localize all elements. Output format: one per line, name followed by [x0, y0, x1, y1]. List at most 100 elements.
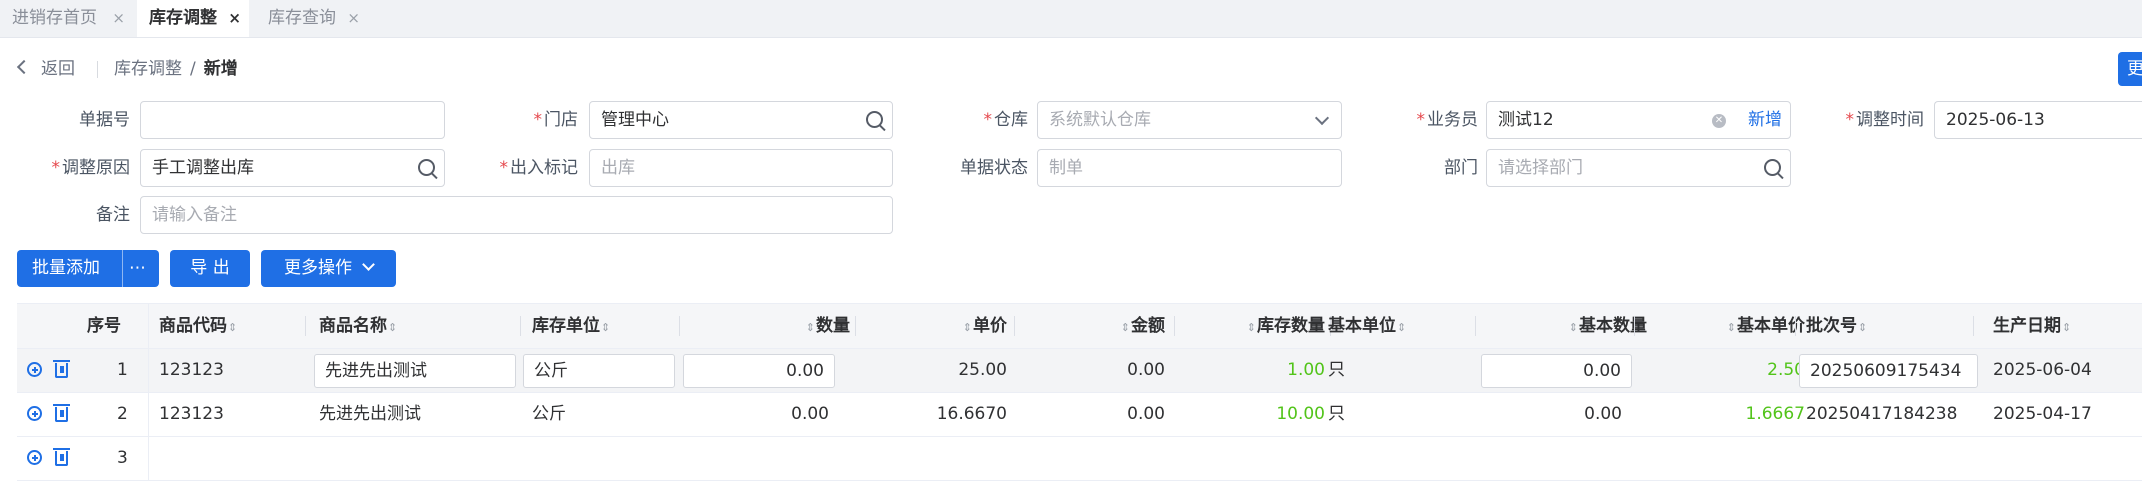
- search-icon[interactable]: [866, 111, 883, 128]
- col-qty[interactable]: ⇕数量: [717, 304, 850, 348]
- chevron-down-icon: [1314, 110, 1330, 126]
- export-button[interactable]: 导 出: [170, 250, 250, 287]
- sort-icon[interactable]: ⇕: [806, 306, 815, 350]
- add-row-icon[interactable]: [27, 406, 42, 421]
- doc-no-input[interactable]: [140, 101, 445, 139]
- cell-name: 先进先出测试: [319, 404, 421, 424]
- sort-icon[interactable]: ⇕: [2062, 306, 2071, 350]
- trash-icon[interactable]: [53, 404, 70, 422]
- clear-icon[interactable]: ✕: [1712, 114, 1726, 128]
- trash-icon[interactable]: [53, 360, 70, 378]
- salesman-label: * 业务员: [1416, 110, 1479, 130]
- doc-status-input[interactable]: 制单: [1037, 149, 1342, 187]
- io-flag-input[interactable]: 出库: [589, 149, 893, 187]
- more-actions-button[interactable]: 更多操作: [261, 250, 396, 287]
- divider: [97, 61, 98, 78]
- back-button[interactable]: 返回: [16, 57, 75, 81]
- close-icon[interactable]: ×: [347, 0, 360, 37]
- sort-icon[interactable]: ⇕: [1858, 306, 1867, 350]
- breadcrumb-parent[interactable]: 库存调整: [114, 59, 182, 79]
- cell-base-qty-input[interactable]: 0.00: [1481, 354, 1632, 388]
- column-divider: [148, 304, 149, 480]
- cell-base-price: 1.6667: [1745, 404, 1805, 424]
- more-dots-icon[interactable]: ⋯: [129, 250, 146, 287]
- tab-stock-adjust[interactable]: 库存调整 ×: [137, 0, 249, 37]
- sort-icon[interactable]: ⇕: [963, 306, 972, 350]
- department-label: 部门: [1444, 158, 1478, 178]
- sort-icon[interactable]: ⇕: [1569, 306, 1578, 350]
- col-price[interactable]: ⇕单价: [877, 304, 1007, 348]
- remark-label: 备注: [96, 205, 130, 225]
- col-stock-qty[interactable]: ⇕库存数量: [1197, 304, 1325, 348]
- doc-no-label: 单据号: [79, 110, 130, 130]
- cell-stock-qty: 1.00: [1287, 360, 1325, 380]
- warehouse-label: * 仓库: [983, 110, 1029, 130]
- cell-prod-date: 2025-04-17: [1993, 404, 2092, 424]
- divider: [122, 250, 123, 287]
- breadcrumb-separator: /: [190, 59, 196, 79]
- tab-label: 库存查询: [268, 8, 336, 28]
- cell-batch-input[interactable]: 20250609175434: [1799, 354, 1978, 388]
- sort-icon[interactable]: ⇕: [388, 306, 397, 350]
- col-base-qty[interactable]: ⇕基本数量: [1507, 304, 1647, 348]
- cell-stock-qty: 10.00: [1276, 404, 1325, 424]
- add-row-icon[interactable]: [27, 362, 42, 377]
- chevron-down-icon: [362, 258, 375, 271]
- warehouse-select[interactable]: 系统默认仓库: [1037, 101, 1342, 139]
- cell-seq: 3: [117, 448, 128, 468]
- sort-icon[interactable]: ⇕: [601, 306, 610, 350]
- cell-code: 123123: [159, 404, 224, 424]
- sort-icon[interactable]: ⇕: [228, 306, 237, 350]
- cell-base-qty: 0.00: [1584, 404, 1622, 424]
- cell-price: 16.6670: [936, 404, 1007, 424]
- cell-prod-date: 2025-06-04: [1993, 360, 2092, 380]
- add-salesman-link[interactable]: 新增: [1748, 102, 1782, 138]
- cell-base-unit: 只: [1328, 360, 1345, 380]
- table-row[interactable]: 2 123123 先进先出测试 公斤 0.00 16.6670 0.00 10.…: [17, 393, 2142, 437]
- sort-icon[interactable]: ⇕: [1727, 306, 1736, 350]
- col-seq: 序号: [87, 316, 121, 336]
- search-icon[interactable]: [418, 159, 435, 176]
- department-field[interactable]: 请选择部门: [1486, 149, 1791, 187]
- col-name[interactable]: 商品名称⇕: [319, 304, 439, 348]
- tab-inventory-home[interactable]: 进销存首页 ×: [0, 0, 133, 37]
- reason-field[interactable]: 手工调整出库: [140, 149, 445, 187]
- sort-icon[interactable]: ⇕: [1121, 306, 1130, 350]
- batch-add-button[interactable]: 批量添加 ⋯: [17, 250, 159, 287]
- sort-icon[interactable]: ⇕: [1247, 306, 1256, 350]
- cell-unit-input[interactable]: 公斤: [523, 354, 675, 388]
- col-unit[interactable]: 库存单位⇕: [532, 304, 652, 348]
- salesman-field[interactable]: 测试12 ✕ 新增: [1486, 101, 1791, 139]
- adjust-time-picker[interactable]: 2025-06-13: [1934, 101, 2142, 139]
- close-icon[interactable]: ×: [228, 0, 241, 37]
- io-flag-label: * 出入标记: [499, 158, 579, 178]
- col-amount[interactable]: ⇕金额: [1037, 304, 1165, 348]
- col-code[interactable]: 商品代码⇕: [159, 304, 279, 348]
- col-base-unit[interactable]: 基本单位⇕: [1328, 304, 1458, 348]
- sort-icon[interactable]: ⇕: [1397, 306, 1406, 350]
- cell-base-price: 2.50: [1767, 360, 1805, 380]
- cell-qty-input[interactable]: 0.00: [683, 354, 835, 388]
- doc-status-label: 单据状态: [960, 158, 1028, 178]
- more-button[interactable]: 更: [2118, 52, 2142, 86]
- table-row[interactable]: 1 123123 先进先出测试 公斤 0.00 25.00 0.00 1.00 …: [17, 349, 2142, 393]
- tab-bar: 进销存首页 × 库存调整 × 库存查询 ×: [0, 0, 2142, 38]
- search-icon[interactable]: [1764, 159, 1781, 176]
- col-batch[interactable]: 批次号⇕: [1806, 304, 1926, 348]
- col-prod-date[interactable]: 生产日期⇕: [1993, 304, 2113, 348]
- col-base-price[interactable]: ⇕基本单价: [1667, 304, 1805, 348]
- store-field[interactable]: 管理中心: [589, 101, 893, 139]
- cell-code: 123123: [159, 360, 224, 380]
- close-icon[interactable]: ×: [112, 0, 125, 37]
- batch-add-label: 批量添加: [32, 258, 100, 278]
- remark-input[interactable]: 请输入备注: [140, 196, 893, 234]
- items-table: 序号 商品代码⇕ 商品名称⇕ 库存单位⇕ ⇕数量 ⇕单价 ⇕金额 ⇕库存数量 基…: [17, 303, 2142, 481]
- cell-name-input[interactable]: 先进先出测试: [314, 354, 516, 388]
- back-label: 返回: [41, 59, 75, 79]
- trash-icon[interactable]: [53, 448, 70, 466]
- table-row[interactable]: 3: [17, 437, 2142, 481]
- add-row-icon[interactable]: [27, 450, 42, 465]
- cell-base-unit: 只: [1328, 404, 1345, 424]
- cell-batch: 20250417184238: [1806, 404, 1958, 424]
- tab-stock-query[interactable]: 库存查询 ×: [256, 0, 368, 37]
